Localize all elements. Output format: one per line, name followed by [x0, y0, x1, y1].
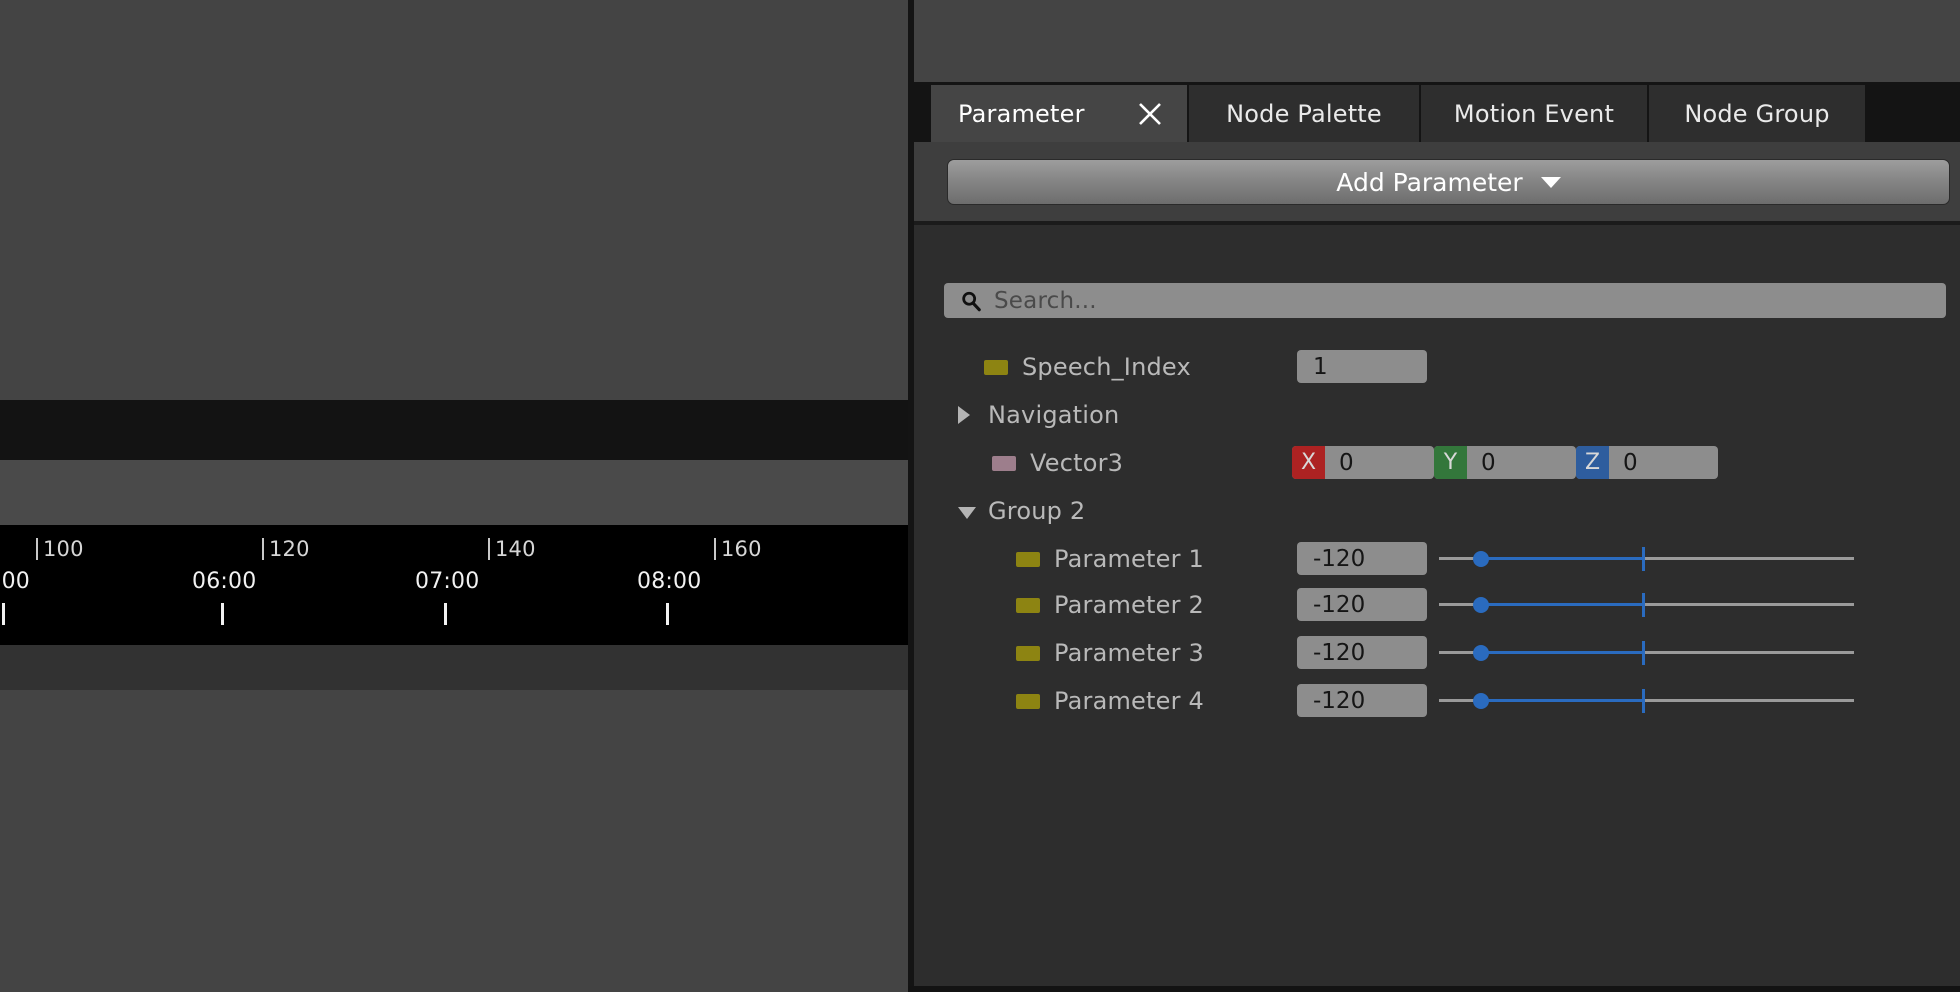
tab-label: Parameter — [958, 100, 1085, 128]
app-window: 100120140160:0006:0007:0008:00 Parameter… — [0, 0, 1960, 992]
timeline-ruler[interactable]: 100 120 140 160 :00 06:00 07:00 08:00 — [0, 525, 908, 645]
tab-node-palette[interactable]: Node Palette — [1189, 85, 1419, 142]
ruler-time-label: 07:00 — [415, 569, 479, 594]
vector-value[interactable]: 0 — [1325, 446, 1434, 479]
ruler-time-label: :00 — [0, 569, 30, 594]
parameter-value-field[interactable]: -120 — [1297, 636, 1427, 669]
vector-component-z[interactable]: Z0 — [1576, 446, 1718, 479]
search-placeholder: Search... — [994, 288, 1097, 314]
slider-handle[interactable] — [1473, 645, 1489, 661]
slider-default-marker — [1642, 593, 1645, 617]
search-icon — [960, 290, 982, 312]
parameter-label: Speech_Index — [1022, 353, 1191, 381]
tab-label: Node Group — [1684, 100, 1829, 128]
timeline-track-band-upper — [0, 400, 908, 460]
chevron-right-icon[interactable] — [958, 406, 970, 424]
tab-parameter[interactable]: Parameter — [931, 85, 1187, 142]
vector-value[interactable]: 0 — [1467, 446, 1576, 479]
search-input[interactable]: Search... — [944, 283, 1946, 318]
slider-handle[interactable] — [1473, 551, 1489, 567]
parameter-value-field[interactable]: -120 — [1297, 588, 1427, 621]
ruler-frame-label: 120 — [269, 537, 310, 561]
close-icon[interactable] — [1137, 101, 1163, 127]
ruler-time-tick — [221, 603, 224, 625]
parameter-value-field[interactable]: 1 — [1297, 350, 1427, 383]
parameter-row[interactable]: Parameter 3 -120 — [914, 629, 1960, 677]
parameter-color-swatch[interactable] — [1016, 598, 1040, 613]
panel-body: Add Parameter Search... Speech_Index 1 Nav… — [914, 142, 1960, 987]
parameter-panel: Parameter Node Palette Motion Event Node Gr… — [914, 0, 1960, 992]
timeline-track-band-lower — [0, 645, 908, 690]
axis-badge-z: Z — [1576, 446, 1609, 479]
ruler-frame-label: 140 — [495, 537, 536, 561]
slider-default-marker — [1642, 641, 1645, 665]
panel-bottom-border — [908, 986, 1960, 992]
slider-handle[interactable] — [1473, 693, 1489, 709]
parameter-label: Parameter 1 — [1054, 545, 1204, 573]
slider-fill — [1481, 557, 1643, 560]
ruler-time-label: 08:00 — [637, 569, 701, 594]
slider-handle[interactable] — [1473, 597, 1489, 613]
parameter-value-field[interactable]: -120 — [1297, 542, 1427, 575]
axis-badge-y: Y — [1434, 446, 1467, 479]
ruler-time-label: 06:00 — [192, 569, 256, 594]
parameter-row[interactable]: Speech_Index 1 — [914, 343, 1960, 391]
ruler-frame-tick — [488, 538, 490, 560]
parameter-row[interactable]: Parameter 2 -120 — [914, 581, 1960, 629]
ruler-frame-label: 100 — [43, 537, 84, 561]
parameter-row[interactable]: Parameter 4 -120 — [914, 677, 1960, 725]
tab-label: Node Palette — [1226, 100, 1382, 128]
ruler-frame-label: 160 — [721, 537, 762, 561]
timeline-pane: 100 120 140 160 :00 06:00 07:00 08:00 — [0, 0, 908, 992]
parameter-label: Vector3 — [1030, 449, 1123, 477]
group-label: Navigation — [988, 401, 1119, 429]
vector-component-x[interactable]: X0 — [1292, 446, 1434, 479]
slider-fill — [1481, 651, 1643, 654]
ruler-frame-tick — [262, 538, 264, 560]
parameter-row[interactable]: Group 2 — [914, 487, 1960, 535]
parameter-row[interactable]: Navigation — [914, 391, 1960, 439]
parameter-label: Parameter 4 — [1054, 687, 1204, 715]
parameter-list: Search... Speech_Index 1 Navigation Vector3… — [914, 225, 1960, 987]
parameter-slider[interactable] — [1439, 588, 1854, 621]
add-parameter-button[interactable]: Add Parameter — [947, 159, 1950, 205]
tab-motion-event[interactable]: Motion Event — [1421, 85, 1647, 142]
parameter-label: Parameter 3 — [1054, 639, 1204, 667]
slider-fill — [1481, 699, 1643, 702]
parameter-slider[interactable] — [1439, 684, 1854, 717]
ruler-time-tick — [444, 603, 447, 625]
parameter-color-swatch[interactable] — [1016, 646, 1040, 661]
ruler-frame-tick — [36, 538, 38, 560]
vector-value[interactable]: 0 — [1609, 446, 1718, 479]
parameter-color-swatch[interactable] — [1016, 694, 1040, 709]
ruler-frame-tick — [714, 538, 716, 560]
parameter-color-swatch[interactable] — [984, 360, 1008, 375]
ruler-time-tick — [666, 603, 669, 625]
add-parameter-label: Add Parameter — [1336, 168, 1522, 197]
parameter-color-swatch[interactable] — [1016, 552, 1040, 567]
vector-component-y[interactable]: Y0 — [1434, 446, 1576, 479]
parameter-color-swatch[interactable] — [992, 456, 1016, 471]
group-label: Group 2 — [988, 497, 1085, 525]
parameter-value-field[interactable]: -120 — [1297, 684, 1427, 717]
tab-node-group[interactable]: Node Group — [1649, 85, 1865, 142]
parameter-slider[interactable] — [1439, 636, 1854, 669]
slider-fill — [1481, 603, 1643, 606]
chevron-down-icon — [1541, 177, 1561, 188]
slider-default-marker — [1642, 689, 1645, 713]
chevron-down-icon[interactable] — [958, 507, 976, 519]
parameter-label: Parameter 2 — [1054, 591, 1204, 619]
axis-badge-x: X — [1292, 446, 1325, 479]
parameter-row[interactable]: Parameter 1 -120 — [914, 535, 1960, 583]
tab-label: Motion Event — [1454, 100, 1614, 128]
ruler-time-tick — [2, 603, 5, 625]
timeline-track-band-middle — [0, 460, 908, 525]
parameter-row[interactable]: Vector3X0Y0Z0 — [914, 439, 1960, 487]
parameter-slider[interactable] — [1439, 542, 1854, 575]
panel-tab-bar: Parameter Node Palette Motion Event Node Gr… — [914, 85, 1960, 142]
slider-default-marker — [1642, 547, 1645, 571]
